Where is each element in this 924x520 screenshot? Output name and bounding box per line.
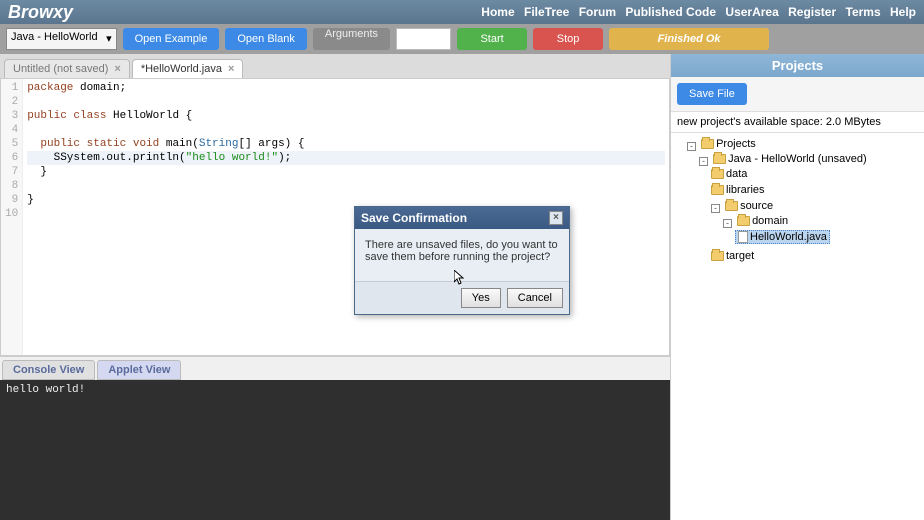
brand-logo: Browxy	[8, 2, 73, 23]
project-select[interactable]: Java - HelloWorld ▾	[6, 28, 117, 50]
tree-source[interactable]: source	[725, 200, 773, 212]
nav-published-code[interactable]: Published Code	[625, 5, 716, 19]
tab-helloworld[interactable]: *HelloWorld.java ×	[132, 59, 244, 78]
line-gutter: 1 2 3 4 5 6 7 8 9 10	[1, 79, 23, 355]
close-icon[interactable]: ×	[549, 211, 563, 225]
tree-data[interactable]: data	[711, 168, 747, 180]
dialog-footer: Yes Cancel	[355, 281, 569, 314]
console-tabs: Console View Applet View	[0, 356, 670, 380]
arguments-label: Arguments	[313, 28, 390, 50]
dialog-titlebar[interactable]: Save Confirmation ×	[355, 207, 569, 229]
folder-icon	[711, 185, 724, 195]
open-blank-button[interactable]: Open Blank	[225, 28, 306, 50]
status-button[interactable]: Finished Ok	[609, 28, 769, 50]
nav-userarea[interactable]: UserArea	[725, 5, 778, 19]
tree-toggle-icon[interactable]: -	[687, 142, 696, 151]
console-output[interactable]: hello world!	[0, 380, 670, 520]
folder-icon	[737, 216, 750, 226]
save-file-button[interactable]: Save File	[677, 83, 747, 105]
tab-label: Untitled (not saved)	[13, 63, 108, 75]
close-icon[interactable]: ×	[228, 63, 234, 75]
tab-console-view[interactable]: Console View	[2, 360, 95, 380]
tree-domain[interactable]: domain	[737, 215, 788, 227]
cancel-button[interactable]: Cancel	[507, 288, 563, 308]
tree-target[interactable]: target	[711, 250, 754, 262]
nav-home[interactable]: Home	[481, 5, 514, 19]
projects-header: Projects	[671, 54, 924, 77]
dialog-title: Save Confirmation	[361, 211, 467, 225]
nav-help[interactable]: Help	[890, 5, 916, 19]
nav-filetree[interactable]: FileTree	[524, 5, 569, 19]
nav-terms[interactable]: Terms	[846, 5, 881, 19]
projects-space-info: new project's available space: 2.0 MByte…	[671, 111, 924, 133]
top-nav: Home FileTree Forum Published Code UserA…	[475, 5, 916, 19]
tree-libraries[interactable]: libraries	[711, 184, 765, 196]
toolbar: Java - HelloWorld ▾ Open Example Open Bl…	[0, 24, 924, 54]
stop-button[interactable]: Stop	[533, 28, 603, 50]
nav-forum[interactable]: Forum	[579, 5, 616, 19]
editor-tabs: Untitled (not saved) × *HelloWorld.java …	[0, 54, 670, 78]
project-select-value: Java - HelloWorld	[11, 31, 98, 43]
file-icon	[738, 231, 748, 243]
folder-icon	[711, 251, 724, 261]
tab-label: *HelloWorld.java	[141, 63, 222, 75]
folder-icon	[701, 139, 714, 149]
nav-register[interactable]: Register	[788, 5, 836, 19]
projects-tree[interactable]: - Projects - Java - HelloWorld (unsaved)	[671, 133, 924, 520]
tab-untitled[interactable]: Untitled (not saved) ×	[4, 59, 130, 78]
close-icon[interactable]: ×	[114, 63, 120, 75]
yes-button[interactable]: Yes	[461, 288, 501, 308]
tree-toggle-icon[interactable]: -	[711, 204, 720, 213]
folder-icon	[711, 169, 724, 179]
tree-project[interactable]: Java - HelloWorld (unsaved)	[713, 153, 867, 165]
open-example-button[interactable]: Open Example	[123, 28, 220, 50]
tree-toggle-icon[interactable]: -	[699, 157, 708, 166]
top-header: Browxy Home FileTree Forum Published Cod…	[0, 0, 924, 24]
tab-applet-view[interactable]: Applet View	[97, 360, 181, 380]
arguments-input[interactable]	[396, 28, 451, 50]
start-button[interactable]: Start	[457, 28, 527, 50]
chevron-down-icon: ▾	[106, 32, 112, 45]
dialog-message: There are unsaved files, do you want to …	[355, 229, 569, 281]
save-confirmation-dialog: Save Confirmation × There are unsaved fi…	[354, 206, 570, 315]
folder-icon	[713, 154, 726, 164]
tree-file-helloworld[interactable]: HelloWorld.java	[735, 230, 830, 244]
tree-root[interactable]: Projects	[701, 138, 756, 150]
folder-icon	[725, 201, 738, 211]
tree-toggle-icon[interactable]: -	[723, 219, 732, 228]
console-line: hello world!	[6, 384, 664, 396]
code-body[interactable]: package domain; public class HelloWorld …	[23, 79, 669, 355]
projects-toolbar: Save File	[671, 77, 924, 111]
